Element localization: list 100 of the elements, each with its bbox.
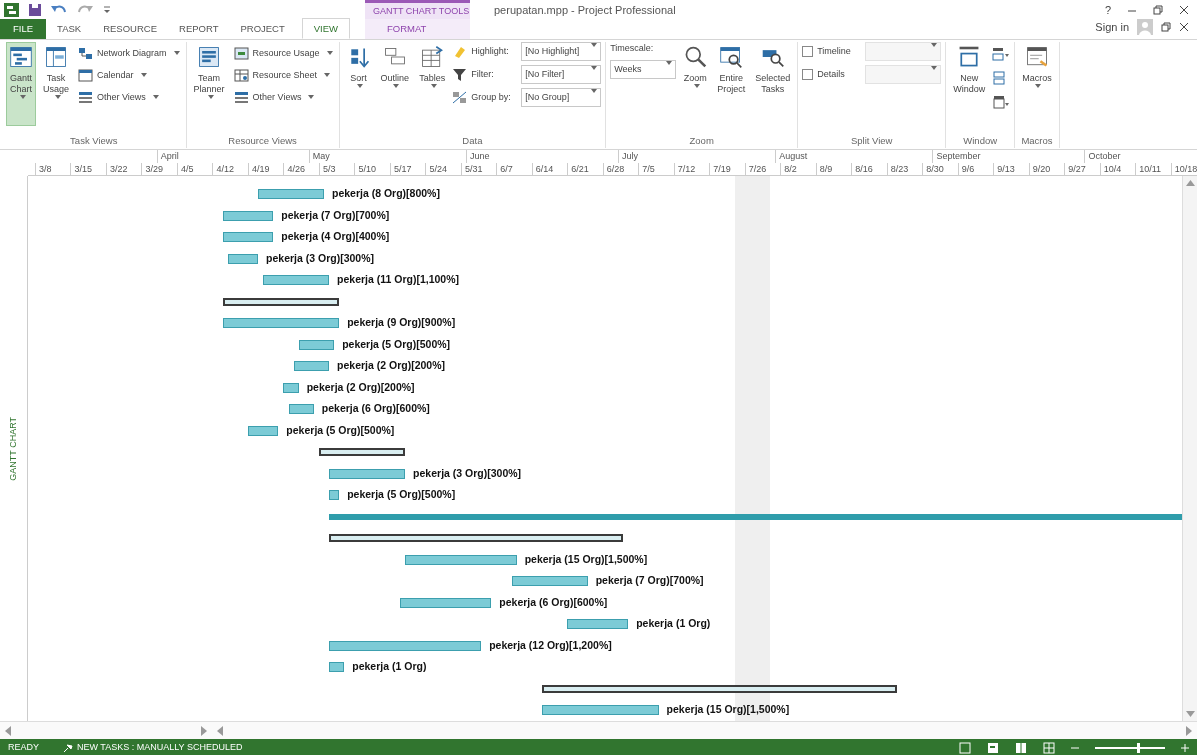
- ribbon-tab[interactable]: TASK: [46, 19, 93, 39]
- task-bar: [329, 490, 340, 500]
- timescale-label: 5/17: [389, 163, 412, 175]
- caret-icon: [693, 84, 700, 88]
- close-icon[interactable]: [1179, 5, 1189, 15]
- scroll-up-icon[interactable]: [1185, 180, 1195, 186]
- ribbon-button[interactable]: Calendar: [76, 64, 182, 86]
- ribbon-button[interactable]: Network Diagram: [76, 42, 182, 64]
- task-label: pekerja (9 Org)[900%]: [347, 315, 456, 330]
- ribbon-button[interactable]: Resource Sheet: [231, 64, 335, 86]
- timescale-label: 4/5: [176, 163, 194, 175]
- ribbon-button[interactable]: Task Usage: [40, 42, 72, 126]
- slider-thumb[interactable]: [1137, 743, 1140, 753]
- caret-icon: [931, 66, 938, 70]
- task-view-icon[interactable]: [959, 742, 971, 754]
- dropdown-field[interactable]: [865, 65, 942, 84]
- zoom-out-icon[interactable]: [1071, 744, 1079, 752]
- views-icon: [78, 89, 93, 105]
- task-bar: [222, 232, 274, 242]
- zoom-in-icon[interactable]: [1181, 744, 1189, 752]
- task-label: pekerja (2 Org)[200%]: [337, 358, 445, 373]
- timescale-label: October: [1084, 150, 1121, 163]
- timescale-label: 4/19: [247, 163, 270, 175]
- dropdown-field[interactable]: [No Filter]: [521, 65, 602, 84]
- timescale-label: 8/23: [886, 163, 909, 175]
- caret-icon: [931, 43, 938, 47]
- pin-icon: [63, 743, 73, 753]
- task-label: pekerja (6 Org)[600%]: [321, 401, 430, 416]
- gantt-view-icon[interactable]: [987, 742, 999, 754]
- hide-window-icon[interactable]: [992, 94, 1011, 110]
- restore-icon[interactable]: [1161, 21, 1171, 32]
- checkbox-label: Timeline: [817, 44, 852, 58]
- task-bar: [222, 210, 274, 221]
- status-text[interactable]: NEW TASKS : MANUALLY SCHEDULED: [77, 741, 243, 755]
- sheet-view-icon[interactable]: [1043, 742, 1055, 754]
- table-icon: [420, 45, 445, 69]
- caret-icon: [19, 95, 26, 99]
- dropdown-field[interactable]: Weeks: [610, 59, 677, 79]
- task-label: pekerja (15 Org)[1,500%]: [524, 551, 648, 567]
- task-bar: [298, 339, 335, 350]
- dropdown-field[interactable]: [No Group]: [521, 88, 602, 107]
- sign-in-link[interactable]: Sign in: [1095, 18, 1129, 35]
- macros-icon: [1024, 45, 1049, 69]
- network-diagram-icon: [78, 45, 93, 61]
- timescale-label: 7/5: [638, 163, 655, 175]
- ribbon-button[interactable]: Sort: [343, 42, 374, 126]
- restore-icon[interactable]: [1153, 5, 1163, 15]
- caret-icon: [140, 73, 147, 77]
- status-text: READY: [8, 741, 39, 755]
- ribbon-tab[interactable]: RESOURCE: [92, 19, 168, 39]
- timescale-label: 3/29: [141, 163, 163, 175]
- ribbon-tab[interactable]: FORMAT: [365, 19, 470, 39]
- timescale-label: 3/22: [105, 163, 128, 175]
- timescale-label: 6/28: [602, 163, 625, 175]
- resource-usage-icon: [233, 45, 249, 61]
- ribbon-button[interactable]: Gantt Chart: [6, 42, 36, 126]
- ribbon-button[interactable]: Selected Tasks: [752, 42, 794, 126]
- timescale-label: 8/16: [851, 163, 873, 175]
- usage-view-icon[interactable]: [1015, 742, 1027, 754]
- timescale-label: 9/27: [1064, 163, 1086, 175]
- caret-icon: [326, 51, 333, 55]
- task-bar: [567, 619, 629, 629]
- caret-icon: [324, 73, 331, 77]
- contextual-tab-header: GANTT CHART TOOLS: [365, 0, 470, 20]
- ribbon-button[interactable]: Outline: [377, 42, 413, 126]
- ribbon-button[interactable]: Other Views: [76, 86, 182, 108]
- ribbon-button[interactable]: Team Planner: [190, 42, 228, 126]
- ribbon-button[interactable]: Resource Usage: [231, 42, 335, 64]
- timescale-label: 5/31: [460, 163, 483, 175]
- close-icon[interactable]: [1179, 21, 1189, 32]
- save-icon[interactable]: [28, 3, 42, 17]
- scroll-down-icon[interactable]: [1185, 711, 1195, 717]
- ribbon-button[interactable]: Other Views: [231, 86, 335, 108]
- ribbon-tab[interactable]: REPORT: [168, 19, 230, 39]
- ribbon-button[interactable]: New Window: [950, 42, 989, 126]
- ribbon-button[interactable]: Zoom: [680, 42, 711, 126]
- ribbon-tab[interactable]: PROJECT: [229, 19, 296, 39]
- task-label: pekerja (6 Org)[600%]: [499, 594, 608, 610]
- ribbon-button[interactable]: Macros: [1019, 42, 1055, 126]
- switch-windows-icon[interactable]: [992, 46, 1011, 62]
- field-label: Group by:: [471, 90, 512, 104]
- field-label: Timescale:: [610, 42, 655, 55]
- resource-sheet-icon: [233, 67, 249, 83]
- caret-icon: [591, 66, 598, 70]
- timescale-label: 7/12: [673, 163, 696, 175]
- ribbon-button[interactable]: Tables: [416, 42, 449, 126]
- highlight-icon: [452, 44, 468, 59]
- ribbon-tab[interactable]: FILE: [0, 19, 47, 39]
- timescale-label: 9/13: [993, 163, 1015, 175]
- task-label: pekerja (3 Org)[300%]: [413, 465, 522, 481]
- task-bar: [227, 253, 259, 264]
- ribbon-tab[interactable]: VIEW: [301, 18, 351, 39]
- dropdown-field[interactable]: [865, 42, 942, 61]
- task-label: pekerja (8 Org)[800%]: [332, 186, 440, 201]
- caret-icon: [54, 95, 61, 99]
- checkbox[interactable]: [802, 69, 814, 80]
- help-button[interactable]: ?: [1104, 1, 1111, 19]
- checkbox[interactable]: [802, 46, 814, 57]
- dropdown-field[interactable]: [No Highlight]: [521, 42, 602, 61]
- ribbon-button[interactable]: Entire Project: [714, 42, 749, 126]
